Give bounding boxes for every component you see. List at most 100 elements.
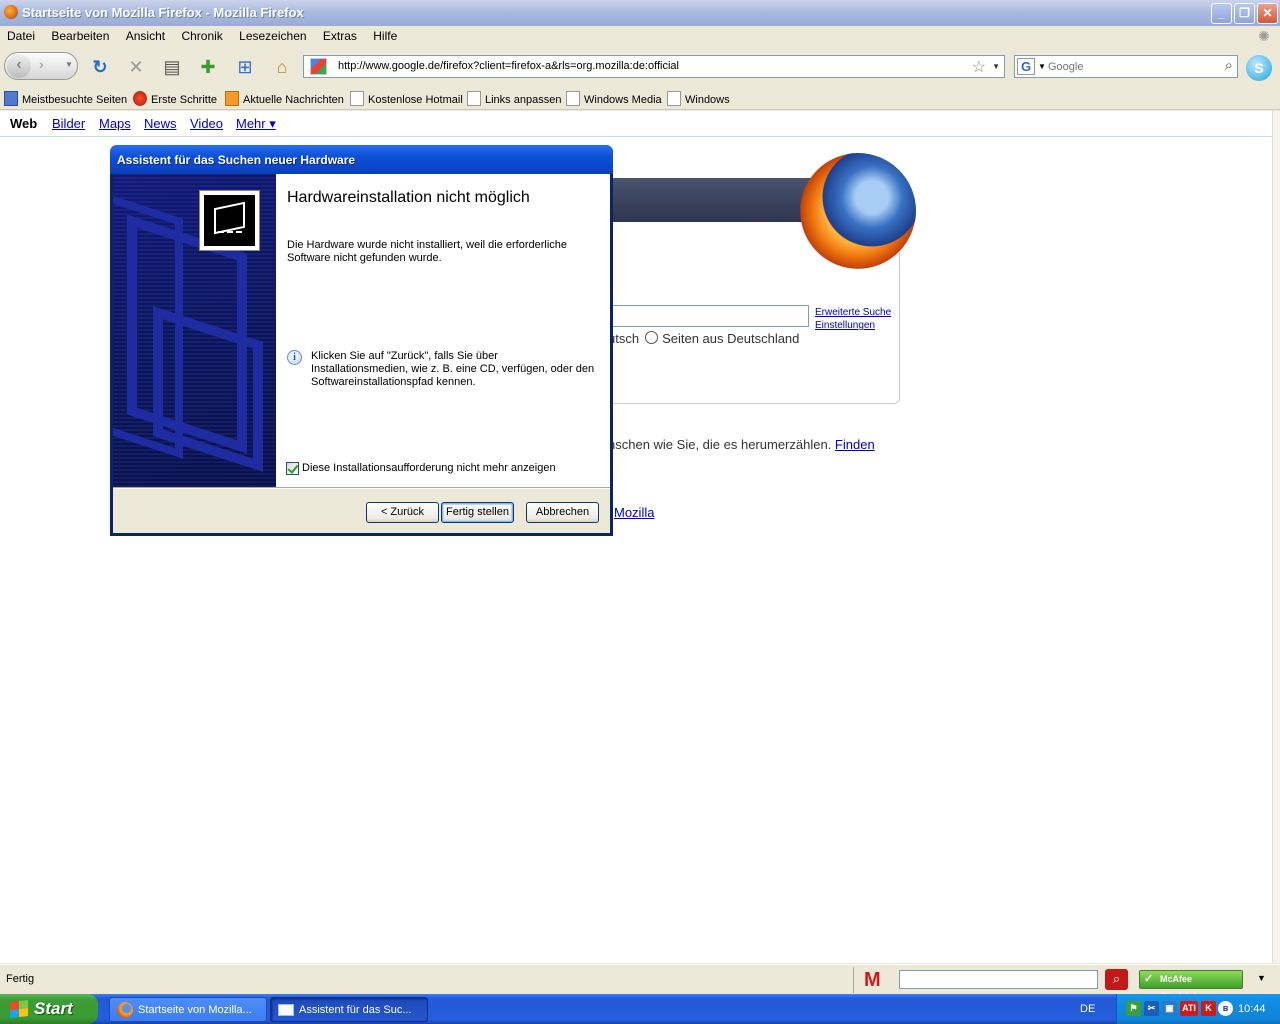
bookmark-aktuelle-nachrichten[interactable]: Aktuelle Nachrichten (225, 91, 344, 106)
history-dropdown-icon[interactable]: ▼ (65, 60, 73, 69)
gnav-maps[interactable]: Maps (99, 116, 131, 131)
search-scope-radios: utsch Seiten aus Deutschland (608, 331, 799, 346)
skype-icon[interactable]: S (1246, 55, 1272, 81)
mcafee-search-icon[interactable]: ⌕ (1105, 969, 1128, 990)
forward-button[interactable]: › (39, 56, 44, 72)
language-indicator[interactable]: DE (1080, 1003, 1095, 1015)
mozilla-link[interactable]: Mozilla (614, 505, 654, 520)
clock: 10:44 (1238, 1003, 1266, 1015)
bookmark-windows-media[interactable]: Windows Media (566, 91, 662, 106)
maximize-button[interactable]: ❐ (1234, 3, 1255, 24)
dialog-message: Die Hardware wurde nicht installiert, we… (287, 239, 568, 264)
page-icon (566, 91, 580, 106)
finish-button[interactable]: Fertig stellen (441, 502, 514, 523)
home-icon[interactable]: ⌂ (270, 55, 294, 79)
search-magnifier-icon[interactable]: ⌕ (1225, 57, 1233, 74)
page-icon (467, 91, 481, 106)
hardware-icon-inner (204, 195, 255, 246)
mcafee-tray-icon[interactable]: K (1201, 1001, 1216, 1016)
page-icon (350, 91, 364, 106)
rss-icon (225, 91, 239, 106)
bookmark-firefox-icon (133, 91, 147, 106)
settings-link[interactable]: Einstellungen (815, 319, 891, 332)
url-bar[interactable]: http://www.google.de/firefox?client=fire… (303, 55, 1005, 78)
add-bookmark-icon[interactable]: ✚ (196, 55, 220, 79)
gnav-news[interactable]: News (144, 116, 177, 131)
menu-chronik[interactable]: Chronik (181, 26, 222, 43)
star-icon[interactable]: ☆ (972, 57, 986, 77)
siteadvisor-button[interactable]: McAfee SiteAdvisor (1139, 970, 1243, 1001)
mcafee-icon[interactable]: M (864, 969, 881, 992)
siteadvisor-dropdown-icon[interactable]: ▼ (1257, 973, 1266, 983)
google-search-input[interactable] (608, 305, 809, 327)
gnav-bilder[interactable]: Bilder (52, 116, 85, 131)
monitor-tray-icon[interactable]: ▣ (1162, 1001, 1177, 1016)
tool-tray-icon[interactable]: ✂ (1144, 1001, 1159, 1016)
taskbar: Start Startseite von Mozilla... Assisten… (0, 994, 1280, 1024)
status-text: Fertig (6, 973, 35, 985)
firefox-icon (4, 5, 18, 19)
dont-show-again-checkbox[interactable] (286, 462, 299, 475)
menu-datei[interactable]: Datei (7, 26, 35, 43)
gnav-mehr[interactable]: Mehr ▾ (236, 116, 276, 132)
engine-dropdown-icon[interactable]: ▼ (1038, 62, 1046, 71)
mcafee-search-input[interactable] (899, 970, 1098, 989)
bookmark-erste-schritte[interactable]: Erste Schritte (133, 91, 217, 106)
window-task-icon (278, 1004, 294, 1016)
back-wizard-button[interactable]: < Zurück (366, 502, 439, 523)
search-bar[interactable]: G ▼ ⌕ (1014, 55, 1238, 78)
hardware-icon (199, 190, 260, 251)
bookmark-windows[interactable]: Windows (667, 91, 730, 106)
google-engine-icon[interactable]: G (1017, 58, 1035, 75)
window-title: Startseite von Mozilla Firefox - Mozilla… (22, 5, 304, 20)
hardware-wizard-dialog: Assistent für das Suchen neuer Hardware … (110, 145, 613, 536)
task-hardware-wizard[interactable]: Assistent für das Suc... (270, 997, 428, 1022)
close-button[interactable]: ✕ (1257, 3, 1278, 24)
bookmark-meistbesuchte-seiten[interactable]: Meistbesuchte Seiten (4, 91, 127, 106)
url-text[interactable]: http://www.google.de/firefox?client=fire… (338, 60, 679, 72)
menu-bearbeiten[interactable]: Bearbeiten (51, 26, 109, 43)
hardware-pins-shape (218, 231, 242, 236)
bluetooth-tray-icon[interactable]: ʙ (1218, 1001, 1233, 1016)
ati-tray-icon[interactable]: ATI (1180, 1001, 1198, 1016)
dont-show-again-label[interactable]: Diese Installationsaufforderung nicht me… (302, 462, 556, 474)
search-links: Erweiterte Suche Einstellungen (815, 306, 891, 332)
dialog-hint: Klicken Sie auf "Zurück", falls Sie über… (311, 350, 595, 388)
back-button[interactable]: ‹ (7, 54, 31, 78)
navigation-toolbar: ‹ › ▼ ↻ ✕ ▤ ✚ ⊞ ⌂ http://www.google.de/f… (0, 46, 1280, 86)
menu-extras[interactable]: Extras (323, 26, 357, 43)
radio-germany[interactable] (645, 331, 659, 344)
cancel-button[interactable]: Abbrechen (526, 502, 599, 523)
minimize-button[interactable]: _ (1211, 3, 1232, 24)
gnav-video[interactable]: Video (190, 116, 223, 131)
menu-hilfe[interactable]: Hilfe (373, 26, 397, 43)
menu-lesezeichen[interactable]: Lesezeichen (239, 26, 306, 43)
vertical-scrollbar[interactable] (1272, 111, 1280, 963)
search-input[interactable] (1048, 58, 1208, 75)
dialog-separator (113, 487, 610, 489)
dialog-heading: Hardwareinstallation nicht möglich (287, 189, 530, 206)
start-button[interactable]: Start (0, 994, 98, 1024)
bookmarks-toolbar: Meistbesuchte Seiten Erste Schritte Aktu… (0, 88, 1280, 110)
bookmark-links-anpassen[interactable]: Links anpassen (467, 91, 561, 106)
advanced-search-link[interactable]: Erweiterte Suche (815, 306, 891, 319)
dialog-titlebar[interactable]: Assistent für das Suchen neuer Hardware (110, 145, 613, 174)
url-dropdown-icon[interactable]: ▼ (992, 62, 1000, 71)
bookmark-kostenlose-hotmail[interactable]: Kostenlose Hotmail (350, 91, 463, 106)
windows-logo-icon (10, 1000, 28, 1018)
wizard-side-graphic (113, 174, 276, 487)
finden-link[interactable]: Finden (835, 437, 875, 452)
reload-icon[interactable]: ↻ (88, 55, 112, 79)
back-forward-group: ‹ › ▼ (4, 52, 78, 80)
dialog-body: Hardwareinstallation nicht möglich Die H… (113, 174, 610, 487)
firefox-task-icon (117, 1002, 133, 1018)
task-firefox[interactable]: Startseite von Mozilla... (109, 997, 267, 1022)
gnav-web: Web (10, 116, 38, 131)
stop-icon[interactable]: ✕ (124, 55, 148, 79)
menu-ansicht[interactable]: Ansicht (126, 26, 165, 43)
print-icon[interactable]: ▤ (160, 55, 184, 79)
new-tab-icon[interactable]: ⊞ (233, 55, 257, 79)
network-tray-icon[interactable]: ⚑ (1126, 1001, 1141, 1016)
firefox-logo (800, 153, 916, 269)
status-divider (853, 967, 854, 993)
